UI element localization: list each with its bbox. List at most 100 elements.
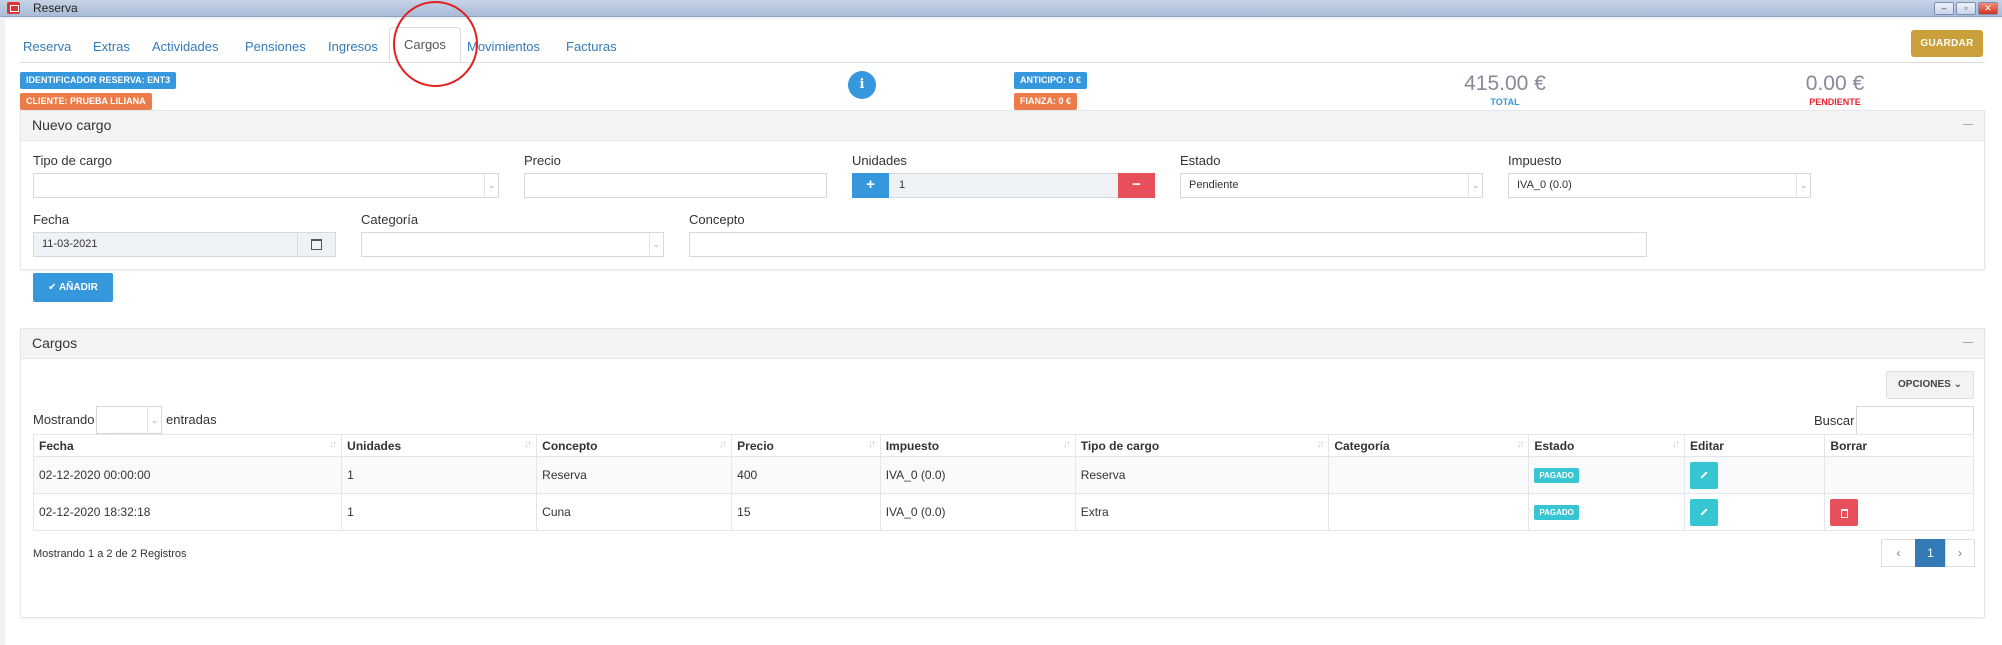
column-header[interactable]: Unidades ↓↑: [341, 434, 538, 457]
column-header[interactable]: Concepto ↓↑: [536, 434, 733, 457]
window-title-bar: Reserva – ▫ ✕: [0, 0, 2002, 17]
reservation-id-badge: IDENTIFICADOR RESERVA: ENT3: [20, 72, 177, 89]
impuesto-select[interactable]: IVA_0 (0.0) ⌄: [1508, 173, 1811, 198]
collapse-icon[interactable]: [1963, 342, 1973, 343]
fianza-badge: FIANZA: 0 €: [1014, 93, 1078, 110]
cell-unidades: 1: [341, 493, 538, 531]
tab-movimientos[interactable]: Movimientos: [467, 33, 540, 61]
sort-icon[interactable]: ↓↑: [868, 439, 876, 450]
cell-estado: PAGADO: [1528, 493, 1685, 531]
column-header[interactable]: Estado ↓↑: [1528, 434, 1685, 457]
info-icon[interactable]: i: [848, 71, 876, 99]
sort-icon[interactable]: ↓↑: [329, 439, 337, 450]
page-length-select[interactable]: ⌄: [96, 406, 162, 434]
sort-icon[interactable]: ↓↑: [1672, 439, 1680, 450]
sort-icon[interactable]: ↓↑: [1516, 439, 1524, 450]
close-icon[interactable]: ✕: [1978, 2, 1998, 15]
column-header: Borrar: [1824, 434, 1974, 457]
cell-unidades: 1: [341, 456, 538, 494]
window-title: Reserva: [33, 1, 78, 15]
tab-actividades[interactable]: Actividades: [152, 33, 218, 61]
total-kpi: 415.00 € TOTAL: [1435, 72, 1575, 107]
tab-facturas[interactable]: Facturas: [566, 33, 617, 61]
calendar-icon[interactable]: [297, 233, 335, 256]
chevron-down-icon: ⌄: [147, 407, 161, 433]
column-header[interactable]: Precio ↓↑: [731, 434, 881, 457]
fecha-input[interactable]: 11-03-2021: [33, 232, 336, 257]
fecha-value: 11-03-2021: [42, 238, 98, 250]
tab-pensiones[interactable]: Pensiones: [245, 33, 306, 61]
table-header-row: Fecha ↓↑ Unidades ↓↑ Concepto ↓↑ Precio ↓↑ Impue…: [32, 434, 1974, 457]
chevron-down-icon: ⌄: [1468, 174, 1482, 197]
column-header-label: Precio: [737, 438, 774, 453]
categoria-label: Categoría: [361, 212, 419, 227]
concepto-input[interactable]: [689, 232, 1647, 257]
table-body: 02-12-2020 00:00:00 1 Reserva 400 IVA_0 (0.0…: [32, 456, 1974, 531]
concepto-label: Concepto: [689, 212, 745, 227]
cell-estado: PAGADO: [1528, 456, 1685, 494]
fecha-label: Fecha: [33, 212, 70, 227]
chevron-down-icon: ⌄: [1796, 174, 1810, 197]
charges-table: Fecha ↓↑ Unidades ↓↑ Concepto ↓↑ Precio ↓↑ Impue…: [32, 434, 1974, 531]
column-header[interactable]: Categoría ↓↑: [1328, 434, 1530, 457]
new-charge-header: Nuevo cargo: [21, 111, 1984, 141]
total-label: TOTAL: [1490, 97, 1520, 107]
pagination-prev[interactable]: ‹: [1881, 539, 1916, 567]
pagination-page-1[interactable]: 1: [1915, 539, 1946, 567]
column-header-label: Estado: [1534, 438, 1575, 453]
plus-button[interactable]: +: [852, 173, 889, 198]
edit-icon[interactable]: [1689, 498, 1718, 526]
column-header-label: Tipo de cargo: [1080, 438, 1160, 453]
sort-icon[interactable]: ↓↑: [1063, 439, 1071, 450]
tab-extras[interactable]: Extras: [93, 33, 130, 61]
reserva-page: Reserva Extras Actividades Pensiones Ingreso…: [5, 1, 2002, 645]
cell-categoria: [1328, 493, 1530, 531]
status-badge: PAGADO: [1534, 468, 1579, 483]
estado-select[interactable]: Pendiente ⌄: [1180, 173, 1483, 198]
pending-label: PENDIENTE: [1809, 97, 1861, 107]
collapse-icon[interactable]: [1963, 124, 1973, 125]
status-badge: PAGADO: [1534, 505, 1579, 520]
table-info: Mostrando 1 a 2 de 2 Registros: [33, 548, 187, 560]
column-header-label: Editar: [1689, 438, 1724, 453]
precio-input[interactable]: [524, 173, 827, 198]
sort-icon[interactable]: ↓↑: [719, 439, 727, 450]
minus-button[interactable]: −: [1118, 173, 1155, 198]
cell-impuesto: IVA_0 (0.0): [879, 456, 1076, 494]
unidades-stepper: + 1 −: [852, 173, 1155, 198]
buscar-label: Buscar: [1814, 413, 1855, 428]
column-header-label: Concepto: [542, 438, 598, 453]
highlight-circle: [393, 1, 478, 87]
edit-icon[interactable]: [1689, 461, 1718, 489]
unidades-input[interactable]: 1: [899, 174, 905, 197]
tab-reserva[interactable]: Reserva: [23, 33, 71, 61]
tab-ingresos[interactable]: Ingresos: [328, 33, 378, 61]
cell-borrar: [1824, 493, 1974, 531]
minimize-icon[interactable]: –: [1934, 2, 1954, 15]
impuesto-value: IVA_0 (0.0): [1517, 179, 1572, 191]
add-charge-button[interactable]: ✔ AÑADIR: [33, 273, 113, 302]
save-button[interactable]: GUARDAR: [1911, 30, 1983, 57]
options-button[interactable]: OPCIONES ⌄: [1886, 371, 1974, 399]
maximize-icon[interactable]: ▫: [1956, 2, 1976, 15]
cell-tipo: Reserva: [1074, 456, 1330, 494]
charges-panel: Cargos OPCIONES ⌄ Mostrando ⌄ entradas B…: [20, 328, 1985, 618]
cell-fecha: 02-12-2020 00:00:00: [32, 456, 343, 494]
column-header-label: Unidades: [347, 438, 402, 453]
sort-icon[interactable]: ↓↑: [1316, 439, 1324, 450]
pagination-next[interactable]: ›: [1945, 539, 1975, 567]
pending-value: 0.00 €: [1805, 72, 1865, 95]
trash-icon[interactable]: [1830, 498, 1859, 526]
search-input[interactable]: [1856, 406, 1974, 435]
tipo-label: Tipo de cargo: [33, 153, 113, 168]
categoria-select[interactable]: ⌄: [361, 232, 664, 257]
column-header[interactable]: Tipo de cargo ↓↑: [1074, 434, 1330, 457]
client-badge: CLIENTE: PRUEBA LILIANA: [20, 93, 152, 110]
column-header[interactable]: Impuesto ↓↑: [879, 434, 1076, 457]
column-header[interactable]: Fecha ↓↑: [32, 434, 343, 457]
tipo-select[interactable]: ⌄: [33, 173, 499, 198]
table-row: 02-12-2020 00:00:00 1 Reserva 400 IVA_0 (0.0…: [32, 456, 1974, 494]
cell-editar: [1683, 493, 1826, 531]
panel-title: Nuevo cargo: [32, 117, 112, 133]
sort-icon[interactable]: ↓↑: [524, 439, 532, 450]
